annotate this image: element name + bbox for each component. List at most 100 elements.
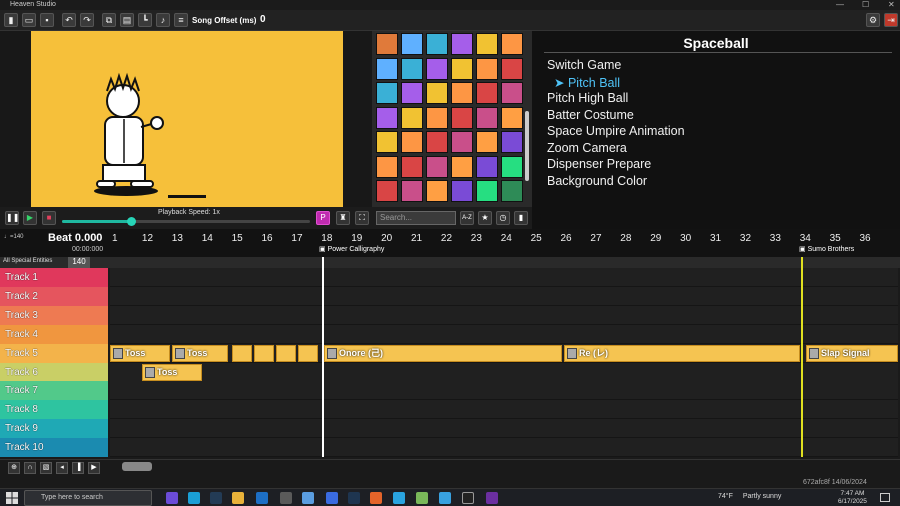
timeline-event-block[interactable]: Toss <box>172 344 228 362</box>
game-icon-tile[interactable] <box>476 106 498 129</box>
song-start-marker[interactable] <box>801 257 803 457</box>
exit-icon[interactable]: ⇥ <box>884 13 898 27</box>
game-icon-tile[interactable] <box>501 155 523 178</box>
track-label[interactable]: Track 9 <box>0 419 108 439</box>
play-from-icon[interactable]: ▶ <box>88 462 100 474</box>
game-switch-marker-sumo-brothers[interactable]: ▣ Sumo Brothers <box>799 245 854 253</box>
play-icon[interactable]: ▶ <box>23 211 37 225</box>
cursor-app-icon[interactable] <box>326 492 338 504</box>
magnet-icon[interactable]: ∩ <box>24 462 36 474</box>
track-lane[interactable] <box>110 268 898 287</box>
outlook-icon[interactable] <box>256 492 268 504</box>
save-icon[interactable]: ▪ <box>40 13 54 27</box>
game-icon-tile[interactable] <box>501 33 523 55</box>
game-icon-tile[interactable] <box>451 82 473 104</box>
game-icon-tile[interactable] <box>401 131 423 153</box>
game-icon-tile[interactable] <box>426 131 448 153</box>
copilot-icon[interactable] <box>166 492 178 504</box>
track-lane[interactable] <box>110 400 898 420</box>
game-icon-tile[interactable] <box>401 33 423 55</box>
game-icon-tile[interactable] <box>426 33 448 55</box>
fullscreen-icon[interactable]: ⛶ <box>355 211 369 225</box>
favorite-star-icon[interactable]: ★ <box>478 211 492 225</box>
game-icon-tile[interactable] <box>501 131 523 153</box>
game-icon-tile[interactable] <box>401 82 423 104</box>
game-icon-tile[interactable] <box>376 57 398 80</box>
photos-icon[interactable] <box>302 492 314 504</box>
track-label[interactable]: Track 6 <box>0 362 108 382</box>
game-search-input[interactable]: Search... <box>376 211 456 225</box>
game-icon-tile[interactable] <box>451 180 473 202</box>
track-lane[interactable] <box>110 305 898 325</box>
game-icon-tile[interactable] <box>376 155 398 178</box>
timeline-event-block[interactable] <box>276 344 296 362</box>
track-label[interactable]: Track 4 <box>0 324 108 344</box>
track-lane[interactable] <box>110 362 898 382</box>
game-icon-tile[interactable] <box>451 155 473 178</box>
minecraft-icon[interactable] <box>416 492 428 504</box>
firefox-icon[interactable] <box>370 492 382 504</box>
game-icon-tile[interactable] <box>451 57 473 80</box>
game-icon-tile[interactable] <box>426 57 448 80</box>
steam-2-icon[interactable] <box>348 492 360 504</box>
recent-clock-icon[interactable]: ◷ <box>496 211 510 225</box>
heaven-studio-taskbar-icon[interactable] <box>486 492 498 504</box>
taskbar-search-input[interactable]: Type here to search <box>24 490 152 506</box>
redo-icon[interactable]: ↷ <box>80 13 94 27</box>
event-item[interactable]: ➤ Pitch Ball <box>554 75 620 90</box>
game-icon-tile[interactable] <box>451 106 473 129</box>
flag-icon[interactable]: ▐ <box>72 462 84 474</box>
event-item[interactable]: Batter Costume <box>547 108 634 122</box>
track-label[interactable]: Track 1 <box>0 268 108 287</box>
skype-icon[interactable] <box>188 492 200 504</box>
game-icon-tile[interactable] <box>476 155 498 178</box>
timeline-event-block[interactable] <box>254 344 274 362</box>
game-icon-tile[interactable] <box>476 180 498 202</box>
steam-icon[interactable] <box>210 492 222 504</box>
game-icon-tile[interactable] <box>501 82 523 104</box>
playback-speed-knob[interactable] <box>127 217 137 226</box>
paste-icon[interactable]: ▤ <box>120 13 134 27</box>
game-icon-tile[interactable] <box>426 155 448 178</box>
timeline-event-block[interactable]: Onore (己) <box>324 344 562 362</box>
track-lane[interactable] <box>110 419 898 439</box>
horizontal-scrollbar[interactable] <box>122 462 152 471</box>
files-icon[interactable] <box>439 492 451 504</box>
minimize-icon[interactable]: — <box>836 0 844 9</box>
undo-icon[interactable]: ↶ <box>62 13 76 27</box>
new-file-icon[interactable]: ▮ <box>4 13 18 27</box>
game-icon-tile[interactable] <box>501 180 523 202</box>
copy-icon[interactable]: ⧉ <box>102 13 116 27</box>
game-icon-tile[interactable] <box>401 155 423 178</box>
timeline-settings-icon[interactable]: ┗ <box>138 13 152 27</box>
maximize-icon[interactable]: ☐ <box>862 0 869 9</box>
game-icon-tile[interactable] <box>476 57 498 80</box>
p-mode-icon[interactable]: P <box>316 211 330 225</box>
playback-speed-slider[interactable] <box>62 217 310 226</box>
music-icon[interactable]: ♪ <box>156 13 170 27</box>
sort-az-button[interactable]: A-Z <box>460 211 474 225</box>
timeline-event-block[interactable] <box>298 344 318 362</box>
game-icon-tile[interactable] <box>426 180 448 202</box>
zoom-icon[interactable]: ⊕ <box>8 462 20 474</box>
track-label[interactable]: Track 8 <box>0 400 108 420</box>
track-label[interactable]: Track 3 <box>0 305 108 325</box>
stop-icon[interactable]: ■ <box>42 211 56 225</box>
event-item[interactable]: Zoom Camera <box>547 141 627 155</box>
track-label[interactable]: Track 2 <box>0 286 108 306</box>
game-icon-tile[interactable] <box>401 57 423 80</box>
category-bars-icon[interactable]: ▮ <box>514 211 528 225</box>
pause-icon[interactable]: ❚❚ <box>5 211 19 225</box>
timeline-event-block[interactable]: Re (レ) <box>564 344 800 362</box>
game-icon-tile[interactable] <box>376 33 398 55</box>
game-icon-tile[interactable] <box>401 106 423 129</box>
timeline-event-block[interactable]: Toss <box>142 363 202 381</box>
settings-app-icon[interactable] <box>280 492 292 504</box>
track-label[interactable]: Track 7 <box>0 381 108 401</box>
track-lane[interactable] <box>110 324 898 344</box>
close-icon[interactable]: ✕ <box>888 0 895 9</box>
event-item[interactable]: Pitch High Ball <box>547 91 628 105</box>
game-icon-tile[interactable] <box>376 131 398 153</box>
timeline-event-block[interactable] <box>232 344 252 362</box>
volume-icon[interactable]: ◂ <box>56 462 68 474</box>
